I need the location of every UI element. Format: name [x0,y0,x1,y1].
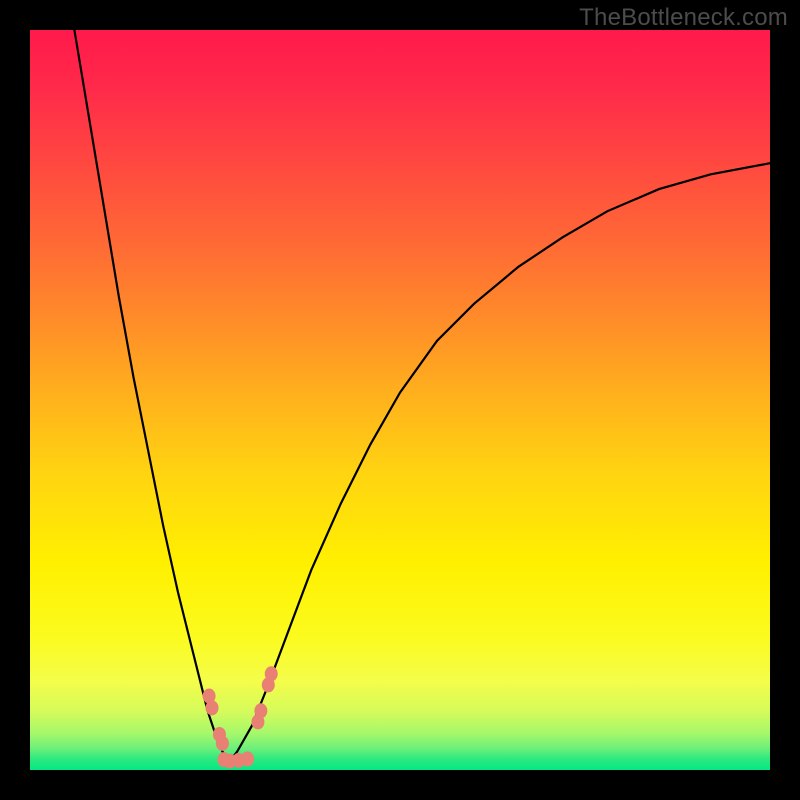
watermark-text: TheBottleneck.com [579,4,788,32]
chart-svg [30,30,770,770]
bead-right-lower2 [254,703,267,718]
curve-right-branch [230,163,770,761]
bead-group [203,666,278,768]
curve-left-branch [74,30,229,761]
bead-bottom-4 [241,751,254,766]
bead-left-lower2 [216,736,229,751]
outer-frame: TheBottleneck.com [0,0,800,800]
bead-right-upper2 [265,666,278,681]
bead-left-upper2 [206,700,219,715]
plot-area [30,30,770,770]
